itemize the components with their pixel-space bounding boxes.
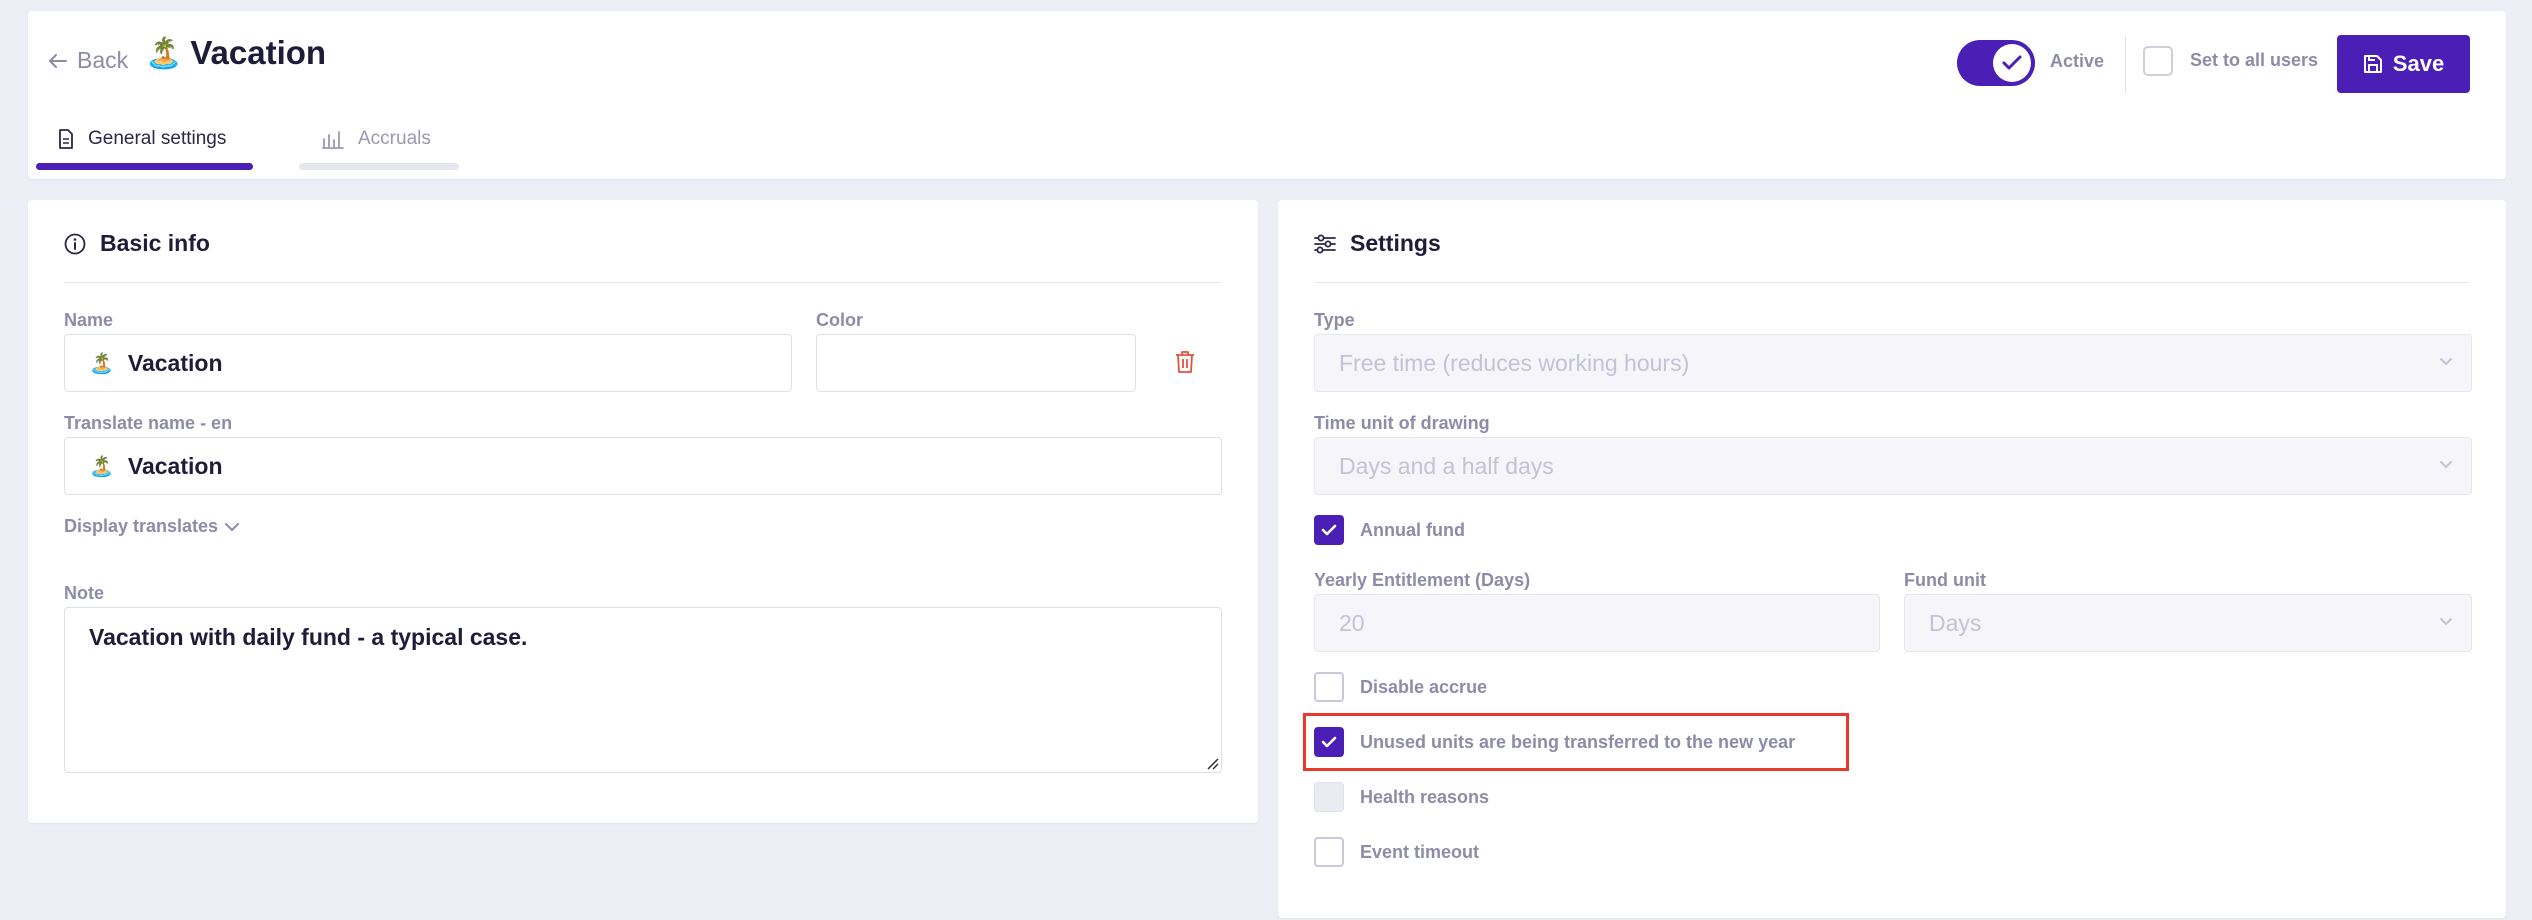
check-icon [2002, 55, 2022, 70]
display-translates-label: Display translates [64, 516, 219, 536]
disable-accrue-checkbox[interactable] [1314, 672, 1344, 702]
disable-accrue-label: Disable accrue [1360, 677, 1488, 697]
toggle-knob [1993, 44, 2031, 82]
chevron-down-icon [2440, 618, 2452, 626]
vacation-emoji-icon: 🏝️ [145, 36, 183, 70]
chevron-down-icon [2440, 358, 2452, 366]
yearly-entitlement-value: 20 [1339, 609, 1365, 636]
set-to-all-users-label: Set to all users [2190, 50, 2319, 70]
vacation-emoji-icon: 🏝️ [89, 352, 114, 375]
settings-title-text: Settings [1350, 230, 1441, 256]
tab-general-settings[interactable]: General settings [36, 110, 253, 170]
back-label: Back [77, 47, 129, 73]
settings-divider [1314, 282, 2470, 283]
event-timeout-label: Event timeout [1360, 842, 1480, 862]
set-to-all-users-checkbox[interactable] [2143, 46, 2173, 76]
basic-info-title: Basic info [64, 230, 210, 257]
trash-icon[interactable] [1175, 350, 1195, 379]
note-value: Vacation with daily fund - a typical cas… [89, 624, 528, 650]
fund-unit-label: Fund unit [1904, 570, 1986, 590]
translate-name-label: Translate name - en [64, 413, 233, 433]
check-icon [1321, 524, 1337, 536]
settings-title: Settings [1314, 230, 1441, 257]
type-value: Free time (reduces working hours) [1339, 349, 1690, 376]
tab-active-indicator [36, 163, 253, 170]
fund-unit-select: Days [1904, 594, 2472, 652]
health-reasons-checkbox [1314, 782, 1344, 812]
resize-handle-icon[interactable] [1205, 756, 1219, 770]
tab-inactive-indicator [299, 163, 459, 170]
yearly-entitlement-label: Yearly Entitlement (Days) [1314, 570, 1531, 590]
name-field[interactable]: 🏝️ Vacation [64, 334, 792, 392]
sliders-icon [1314, 234, 1336, 253]
translate-name-value: Vacation [127, 452, 223, 479]
fund-unit-value: Days [1929, 609, 1982, 636]
page-title-group: 🏝️ Vacation [145, 34, 326, 72]
time-unit-value: Days and a half days [1339, 452, 1554, 479]
back-button[interactable]: Back [48, 47, 128, 74]
note-label: Note [64, 583, 104, 603]
time-unit-select: Days and a half days [1314, 437, 2472, 495]
bar-chart-icon [322, 129, 344, 149]
arrow-left-icon [49, 53, 67, 68]
tab-accruals[interactable]: Accruals [299, 110, 459, 170]
type-label: Type [1314, 310, 1355, 330]
unused-units-label: Unused units are being transferred to th… [1360, 732, 1796, 752]
vacation-emoji-icon: 🏝️ [89, 455, 114, 478]
save-label: Save [2392, 51, 2445, 76]
basic-info-divider [64, 282, 1222, 283]
color-field[interactable] [816, 334, 1136, 392]
name-value: Vacation [127, 349, 223, 376]
tab-general-label: General settings [88, 128, 227, 149]
unused-units-checkbox[interactable] [1314, 727, 1344, 757]
display-translates-toggle[interactable]: Display translates [64, 516, 240, 537]
header-divider [2125, 36, 2126, 94]
note-textarea[interactable]: Vacation with daily fund - a typical cas… [64, 607, 1222, 773]
tab-accruals-label: Accruals [358, 128, 431, 149]
event-timeout-checkbox[interactable] [1314, 837, 1344, 867]
yearly-entitlement-input: 20 [1314, 594, 1880, 652]
active-toggle-label: Active [2050, 51, 2105, 71]
save-button[interactable]: Save [2337, 35, 2470, 93]
basic-info-card: Basic info Name 🏝️ Vacation Color Transl… [28, 200, 1258, 823]
info-icon [64, 233, 86, 254]
health-reasons-label: Health reasons [1360, 787, 1490, 807]
translate-name-field[interactable]: 🏝️ Vacation [64, 437, 1222, 495]
basic-info-title-text: Basic info [100, 230, 210, 256]
check-icon [1321, 736, 1337, 748]
chevron-down-icon [225, 522, 240, 531]
page-title: Vacation [190, 34, 327, 71]
floppy-disk-icon [2363, 55, 2382, 73]
annual-fund-checkbox[interactable] [1314, 515, 1344, 545]
chevron-down-icon [2440, 461, 2452, 469]
name-label: Name [64, 310, 114, 330]
type-select: Free time (reduces working hours) [1314, 334, 2472, 392]
document-icon [58, 129, 74, 149]
active-toggle[interactable] [1957, 40, 2035, 86]
settings-card: Settings Type Free time (reduces working… [1278, 200, 2506, 918]
annual-fund-label: Annual fund [1360, 520, 1465, 540]
color-label: Color [816, 310, 863, 330]
time-unit-label: Time unit of drawing [1314, 413, 1490, 433]
